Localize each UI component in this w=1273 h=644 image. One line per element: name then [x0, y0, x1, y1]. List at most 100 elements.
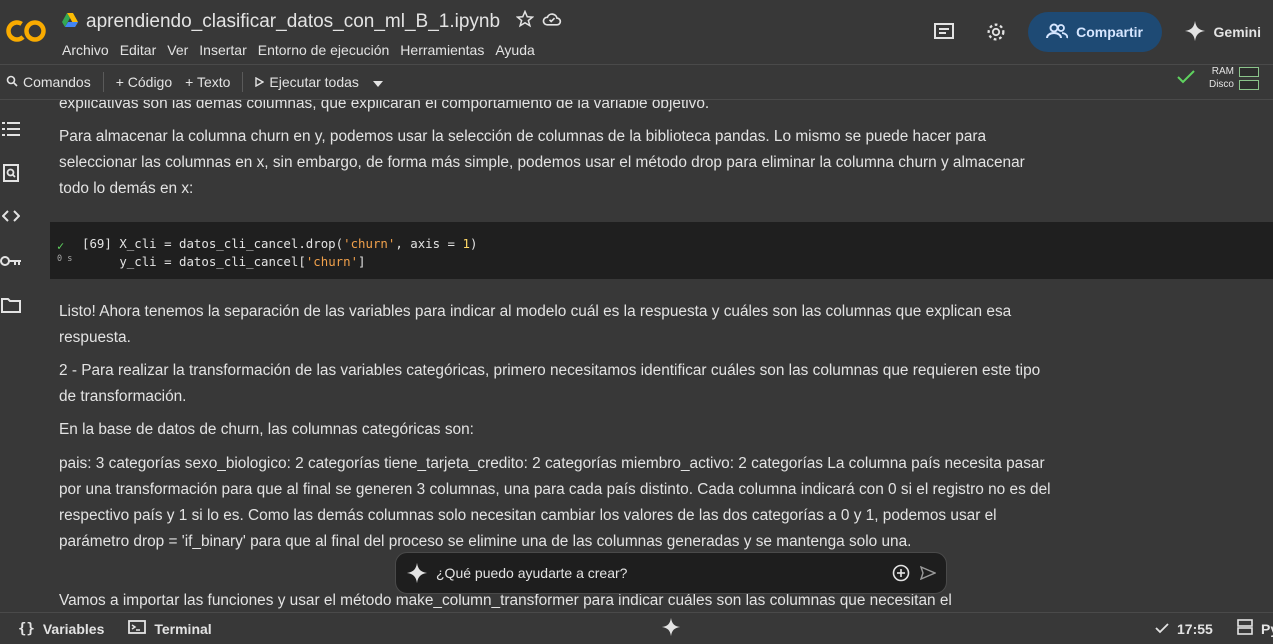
settings-gear-icon[interactable] [976, 12, 1016, 52]
commands-label: Comandos [23, 74, 91, 90]
add-code-label: + Código [115, 74, 173, 90]
secrets-key-icon[interactable] [0, 250, 22, 272]
gemini-sparkle-icon [406, 562, 428, 584]
drive-icon [62, 11, 78, 33]
add-circle-icon[interactable] [892, 564, 910, 582]
people-icon [1046, 23, 1069, 42]
add-text-label: + Texto [185, 74, 231, 90]
check-icon [1155, 621, 1169, 637]
text-cell[interactable]: explicativas son las demás columnas, que… [59, 100, 1059, 117]
execution-time: 0 s [57, 254, 73, 264]
text-paragraph: explicativas son las demás columnas, que… [59, 100, 710, 112]
files-folder-icon[interactable] [0, 294, 22, 316]
gemini-prompt-box[interactable]: ¿Qué puedo ayudarte a crear? [395, 552, 947, 594]
toolbar-divider [242, 72, 244, 92]
text-paragraph: pais: 3 categorías sexo_biologico: 2 cat… [59, 455, 1051, 550]
code-token: ] [358, 254, 366, 269]
add-code-button[interactable]: + Código [116, 65, 172, 99]
code-token: y_cli = datos_cli_cancel[ [119, 254, 306, 269]
gemini-sparkle-icon [661, 617, 681, 640]
execution-status[interactable]: 17:55 [1155, 621, 1213, 637]
colab-logo-icon[interactable] [6, 18, 46, 44]
code-snippets-icon[interactable] [0, 205, 22, 227]
terminal-button[interactable]: Terminal [128, 620, 212, 637]
text-cell[interactable]: En la base de datos de churn, las column… [59, 417, 1059, 443]
code-string: 'churn' [343, 236, 396, 251]
server-icon [1237, 619, 1253, 638]
code-cell[interactable]: ✓ 0 s [69] X_cli = datos_cli_cancel.drop… [50, 222, 1273, 279]
gemini-sparkle-icon [1184, 20, 1206, 45]
variables-label: Variables [42, 620, 105, 637]
code-token: ) [469, 236, 478, 251]
code-token: , axis = [395, 236, 463, 251]
code-editor[interactable]: [69] X_cli = datos_cli_cancel.drop('chur… [82, 235, 477, 271]
star-icon[interactable] [515, 9, 535, 34]
notebook-title-row: aprendiendo_clasificar_datos_con_ml_B_1.… [62, 9, 562, 34]
left-sidebar [0, 100, 24, 612]
terminal-icon [128, 620, 147, 637]
variables-button[interactable]: {} Variables [18, 621, 104, 637]
menu-insertar[interactable]: Insertar [199, 42, 246, 58]
connected-check-icon [1177, 69, 1195, 87]
text-cell[interactable]: Para almacenar la columna churn en y, po… [59, 124, 1059, 202]
runtime-type-button[interactable]: Py [1237, 619, 1273, 638]
table-of-contents-icon[interactable] [0, 118, 22, 140]
text-paragraph: Listo! Ahora tenemos la separación de la… [59, 303, 1012, 346]
menu-herramientas[interactable]: Herramientas [400, 42, 484, 58]
execution-count: [69] [82, 236, 112, 251]
gemini-status-button[interactable] [661, 617, 681, 640]
status-bar: {} Variables Terminal 17:55 Py [0, 612, 1273, 644]
success-check-icon: ✓ [57, 239, 65, 253]
run-options-dropdown[interactable] [372, 65, 383, 99]
notebook-toolbar: Comandos + Código + Texto Ejecutar todas [0, 64, 1273, 100]
disk-bar [1239, 79, 1259, 90]
code-token: X_cli = datos_cli_cancel.drop( [119, 236, 344, 251]
header-actions: Compartir Gemini [924, 12, 1273, 52]
menu-editar[interactable]: Editar [120, 42, 157, 58]
caret-down-icon [372, 74, 383, 90]
text-cell[interactable]: pais: 3 categorías sexo_biologico: 2 cat… [59, 451, 1059, 555]
commands-button[interactable]: Comandos [6, 65, 91, 99]
run-all-button[interactable]: Ejecutar todas [255, 65, 359, 99]
top-bar: aprendiendo_clasificar_datos_con_ml_B_1.… [0, 0, 1273, 64]
prompt-input[interactable]: ¿Qué puedo ayudarte a crear? [436, 565, 892, 581]
terminal-label: Terminal [154, 620, 212, 637]
run-all-label: Ejecutar todas [269, 74, 359, 90]
resource-meters: RAM Disco [1209, 66, 1259, 90]
gemini-button[interactable]: Gemini [1184, 20, 1261, 45]
text-paragraph: En la base de datos de churn, las column… [59, 421, 474, 438]
disk-label: Disco [1208, 79, 1234, 90]
ram-meter: RAM [1209, 66, 1259, 77]
text-paragraph: Para almacenar la columna churn en y, po… [59, 128, 1025, 197]
braces-icon: {} [18, 620, 35, 637]
share-button[interactable]: Compartir [1027, 12, 1162, 52]
text-cell[interactable]: Listo! Ahora tenemos la separación de la… [59, 299, 1059, 351]
search-icon [6, 74, 18, 90]
cloud-saved-icon [542, 11, 562, 33]
runtime-resources[interactable]: RAM Disco [1177, 66, 1259, 90]
menu-archivo[interactable]: Archivo [62, 42, 109, 58]
menu-ver[interactable]: Ver [167, 42, 188, 58]
share-label: Compartir [1076, 24, 1143, 40]
ram-bar [1239, 66, 1259, 77]
last-run-time: 17:55 [1177, 620, 1213, 637]
menu-bar: Archivo Editar Ver Insertar Entorno de e… [62, 42, 546, 58]
text-paragraph: 2 - Para realizar la transformación de l… [59, 362, 1041, 405]
menu-ayuda[interactable]: Ayuda [495, 42, 534, 58]
ram-label: RAM [1211, 66, 1234, 77]
menu-entorno[interactable]: Entorno de ejecución [258, 42, 390, 58]
gemini-label: Gemini [1213, 24, 1261, 40]
comments-icon[interactable] [924, 12, 964, 52]
notebook-title[interactable]: aprendiendo_clasificar_datos_con_ml_B_1.… [86, 11, 500, 33]
notebook-content: explicativas son las demás columnas, que… [24, 100, 1273, 612]
find-in-doc-icon[interactable] [0, 162, 22, 184]
toolbar-divider [102, 72, 104, 92]
disk-meter: Disco [1209, 79, 1259, 90]
code-string: 'churn' [305, 254, 359, 269]
text-cell[interactable]: 2 - Para realizar la transformación de l… [59, 358, 1059, 410]
code-number: 1 [462, 236, 470, 251]
send-icon[interactable] [920, 566, 936, 580]
play-icon [255, 74, 265, 90]
runtime-label: Py [1261, 620, 1273, 637]
add-text-button[interactable]: + Texto [185, 65, 230, 99]
